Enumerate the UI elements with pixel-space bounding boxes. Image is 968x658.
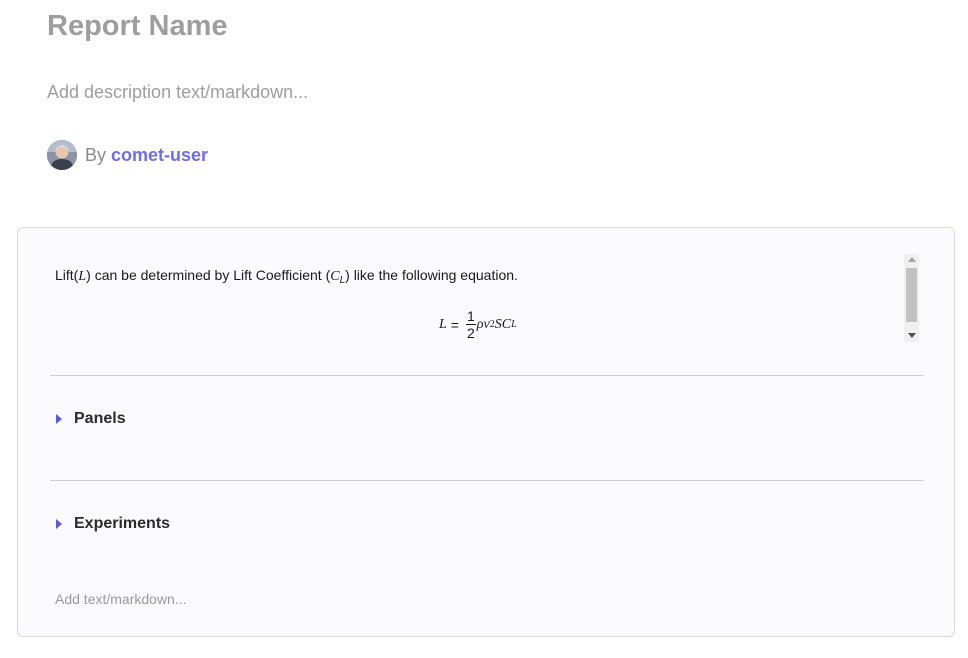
scroll-up-arrow-icon[interactable]: [908, 257, 916, 262]
divider: [50, 480, 924, 481]
author-link[interactable]: comet-user: [111, 145, 208, 166]
markdown-paragraph: Lift(L) can be determined by Lift Coeffi…: [55, 267, 518, 286]
markdown-scrollbar[interactable]: [904, 254, 919, 342]
caret-right-icon: [56, 519, 62, 529]
report-description-input[interactable]: Add description text/markdown...: [47, 82, 308, 103]
scroll-thumb[interactable]: [906, 268, 917, 322]
scroll-down-arrow-icon[interactable]: [908, 333, 916, 338]
report-title[interactable]: Report Name: [47, 10, 228, 43]
add-text-markdown-input[interactable]: Add text/markdown...: [55, 591, 187, 607]
lift-equation: L = 1 2 ρv2SCL: [439, 308, 517, 341]
section-experiments[interactable]: Experiments: [56, 512, 170, 536]
section-experiments-label: Experiments: [74, 515, 171, 532]
section-panels[interactable]: Panels: [56, 407, 126, 431]
author-by-label: By: [85, 144, 107, 165]
report-content-card: Lift(L) can be determined by Lift Coeffi…: [17, 227, 955, 637]
fraction-one-half: 1 2: [465, 308, 476, 341]
markdown-block[interactable]: Lift(L) can be determined by Lift Coeffi…: [55, 254, 921, 342]
section-panels-label: Panels: [74, 410, 126, 427]
divider: [50, 375, 924, 376]
user-avatar[interactable]: [47, 140, 77, 170]
author-row: By comet-user: [47, 140, 208, 170]
caret-right-icon: [56, 414, 62, 424]
